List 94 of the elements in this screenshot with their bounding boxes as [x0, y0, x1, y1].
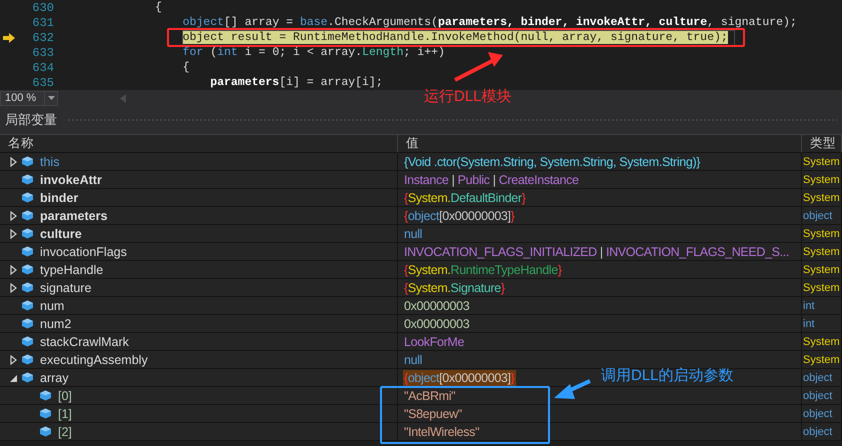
variable-icon [21, 264, 34, 275]
variable-icon [21, 192, 34, 203]
variable-icon [39, 426, 52, 437]
variable-value: LookForMe [403, 334, 466, 350]
expand-triangle-icon[interactable] [10, 264, 17, 274]
variable-value: null [403, 226, 424, 242]
variable-value: {object[0x00000003]} [403, 370, 516, 386]
variable-icon [21, 228, 34, 239]
current-line-arrow-icon [2, 32, 16, 42]
column-header[interactable]: 名称 [0, 135, 398, 153]
variable-type: object [803, 372, 832, 384]
variable-icon [39, 390, 52, 401]
variable-value: "S8epuew" [403, 406, 463, 422]
variable-type: object [803, 390, 832, 402]
variable-icon [21, 300, 34, 311]
variable-type: System [803, 354, 840, 366]
line-number: 633 [31, 46, 54, 60]
variable-name: binder [40, 190, 78, 204]
variable-type: int [803, 300, 815, 312]
variable-name: this [40, 154, 60, 168]
variable-value: INVOCATION_FLAGS_INITIALIZED | INVOCATION_FLAGS_NEED_S... [403, 244, 790, 260]
variable-value: null [403, 352, 424, 368]
variable-value: {System.DefaultBinder} [403, 190, 527, 206]
expand-triangle-icon[interactable] [10, 228, 17, 238]
variable-icon [21, 318, 34, 329]
code-line: { [155, 0, 162, 14]
expand-triangle-icon[interactable] [10, 354, 17, 364]
variable-type: System [803, 246, 840, 258]
caret-icon [48, 96, 54, 100]
variable-value: {System.Signature} [403, 280, 506, 296]
variable-value: {Void .ctor(System.String, System.String, System.String)} [403, 154, 702, 170]
variable-name: signature [40, 280, 92, 294]
variable-value: "AcBRmi" [403, 388, 456, 404]
pointer-arrow [454, 52, 503, 82]
variable-type: object [803, 408, 832, 420]
panel-title: 局部变量 [5, 111, 57, 129]
variable-name: culture [40, 226, 82, 240]
variable-name: [0] [58, 388, 72, 402]
variable-icon [21, 246, 34, 257]
code-line: object[] array = base.CheckArguments(parameters, binder, invokeAttr, culture, signature); [182, 16, 797, 30]
variable-type: System [803, 228, 840, 240]
variable-name: [1] [58, 406, 72, 420]
variable-name: [2] [58, 424, 72, 438]
variable-icon [21, 336, 34, 347]
variable-value: "IntelWireless" [403, 424, 480, 440]
variable-type: int [803, 318, 815, 330]
variable-value: 0x00000003 [403, 316, 470, 332]
variable-name: array [40, 370, 68, 384]
variable-name: parameters [40, 208, 108, 222]
zoom-dropdown[interactable]: 100 % [0, 90, 58, 106]
column-header[interactable]: 类型 [802, 135, 842, 153]
expand-triangle-icon[interactable] [10, 282, 17, 292]
variable-name: num [40, 298, 64, 312]
variable-icon [21, 210, 34, 221]
column-header[interactable]: 值 [398, 135, 802, 153]
annotation-text: 运行DLL模块 [424, 87, 512, 106]
variable-type: System [803, 156, 840, 168]
variable-type: System [803, 192, 840, 204]
code-line: { [182, 60, 190, 74]
variable-value: Instance | Public | CreateInstance [403, 172, 580, 188]
variable-icon [21, 156, 34, 167]
variable-type: object [803, 210, 832, 222]
code-line: object result = RuntimeMethodHandle.InvokeMethod(null, array, signature, true); [182, 30, 734, 44]
expand-triangle-icon[interactable] [10, 156, 17, 166]
variable-name: typeHandle [40, 262, 104, 276]
line-number: 632 [31, 30, 54, 44]
variable-type: System [803, 336, 840, 348]
variable-type: object [803, 426, 832, 438]
line-number: 635 [31, 76, 54, 90]
annotation-text: 调用DLL的启动参数 [601, 366, 734, 385]
variable-type: System [803, 264, 840, 276]
variable-type: System [803, 282, 840, 294]
variable-icon [21, 282, 34, 293]
variable-name: stackCrawlMark [40, 334, 129, 348]
variable-value: {object[0x00000003]} [403, 208, 516, 224]
variable-name: executingAssembly [40, 352, 148, 366]
variable-value: {System.RuntimeTypeHandle} [403, 262, 563, 278]
pointer-arrow [554, 379, 591, 399]
variable-type: System [803, 174, 840, 186]
line-number: 634 [31, 60, 54, 74]
collapse-triangle-icon[interactable] [10, 372, 17, 382]
variable-icon [21, 174, 34, 185]
variable-value: 0x00000003 [403, 298, 470, 314]
variable-icon [21, 354, 34, 365]
variable-icon [39, 408, 52, 419]
variable-name: num2 [40, 316, 72, 330]
expand-triangle-icon[interactable] [10, 210, 17, 220]
code-line: parameters[i] = array[i]; [210, 76, 383, 90]
line-number: 631 [31, 16, 54, 30]
variable-icon [21, 372, 34, 383]
variable-name: invocationFlags [40, 244, 127, 258]
code-line: for (int i = 0; i < array.Length; i++) [182, 46, 445, 60]
variable-name: invokeAttr [40, 172, 102, 186]
line-number: 630 [31, 0, 54, 14]
